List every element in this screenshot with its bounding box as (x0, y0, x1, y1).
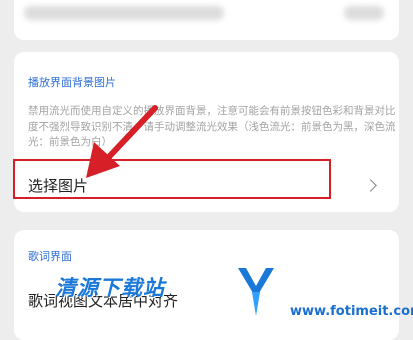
blurred-row (24, 6, 224, 20)
top-settings-card (14, 0, 399, 40)
section-title-lyric: 歌词界面 (28, 250, 72, 263)
section-title-background: 播放界面背景图片 (28, 76, 116, 89)
watermark-url: www.fotimeit.com (290, 304, 413, 319)
watermark-title: 清源下载站 (55, 276, 165, 300)
blurred-toggle (344, 6, 384, 20)
select-image-highlight[interactable] (13, 159, 331, 199)
watermark-logo-icon (238, 268, 274, 316)
background-description: 禁用流光而使用自定义的播放界面背景，注意可能会有前景按钮色彩和背景对比度不强烈导… (28, 105, 396, 148)
